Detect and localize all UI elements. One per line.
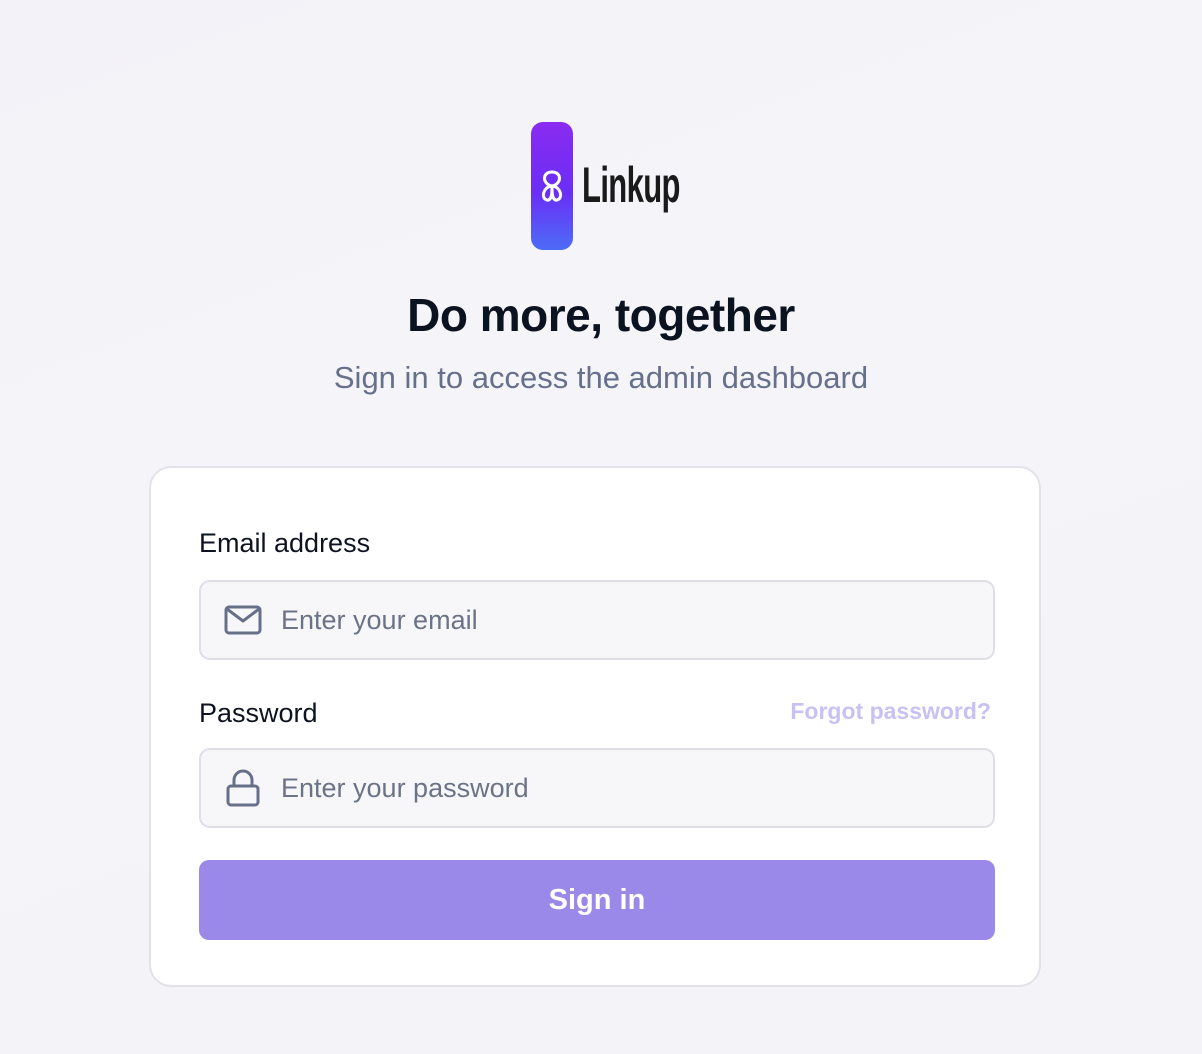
brand-name: Linkup: [582, 157, 681, 213]
sign-in-button[interactable]: Sign in: [199, 860, 995, 940]
email-placeholder: Enter your email: [281, 604, 478, 635]
password-label: Password: [199, 698, 318, 728]
linkup-logo-icon: [531, 122, 573, 250]
forgot-password-link[interactable]: Forgot password?: [790, 698, 991, 725]
page-subtitle: Sign in to access the admin dashboard: [333, 360, 869, 395]
password-placeholder: Enter your password: [281, 772, 529, 803]
email-label: Email address: [199, 528, 371, 558]
mail-icon: [223, 600, 263, 640]
page-title: Do more, together: [407, 289, 795, 341]
email-field[interactable]: Enter your email: [199, 580, 995, 660]
sign-in-card: Email address Enter your email Password …: [149, 466, 1041, 987]
password-field[interactable]: Enter your password: [199, 748, 995, 828]
lock-icon: [223, 768, 263, 808]
brand-logo: Linkup: [531, 122, 740, 250]
